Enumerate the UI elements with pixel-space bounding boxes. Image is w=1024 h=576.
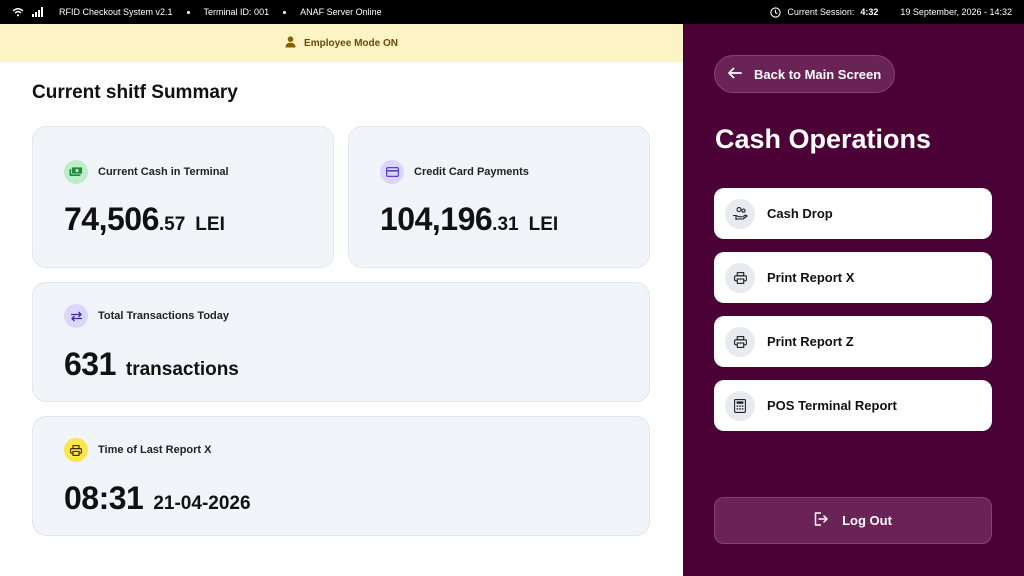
datetime: 19 September, 2026 - 14:32 [900, 7, 1012, 17]
page-title: Current shitf Summary [32, 82, 238, 103]
credit-card-integer: 104,196 [380, 201, 493, 237]
cash-operations-pane: Back to Main Screen Cash Operations Cash… [683, 24, 1024, 576]
person-icon [285, 35, 296, 51]
cash-unit: LEI [195, 214, 225, 235]
print-report-z-button[interactable]: Print Report Z [714, 316, 992, 367]
credit-card-unit: LEI [528, 214, 559, 235]
system-name: RFID Checkout System v2.1 [59, 7, 173, 17]
credit-card-decimal: .31 [492, 214, 519, 235]
cash-integer: 74,506 [64, 201, 159, 237]
last-report-date: 21-04-2026 [153, 493, 251, 514]
transactions-card: Total Transactions Today 631 transaction… [32, 282, 650, 402]
hand-coins-icon [725, 198, 755, 229]
back-to-main-label: Back to Main Screen [754, 66, 882, 82]
last-report-time: 08:31 [64, 480, 144, 516]
transactions-unit: transactions [125, 359, 239, 380]
receipt-icon [725, 390, 755, 421]
credit-card-icon [380, 160, 404, 184]
status-bar: RFID Checkout System v2.1 Terminal ID: 0… [0, 0, 1024, 24]
cash-drop-label: Cash Drop [767, 206, 833, 221]
last-report-card: Time of Last Report X 08:31 21-04-2026 [32, 416, 650, 536]
clock-icon [770, 6, 782, 18]
credit-card-label: Credit Card Payments [414, 166, 529, 178]
employee-mode-banner: Employee Mode ON [0, 24, 683, 62]
printer-icon [64, 438, 88, 462]
employee-mode-text: Employee Mode ON [304, 37, 398, 49]
logout-icon [814, 512, 828, 529]
transactions-label: Total Transactions Today [98, 310, 230, 322]
log-out-label: Log Out [842, 513, 892, 528]
print-report-x-button[interactable]: Print Report X [714, 252, 992, 303]
back-to-main-button[interactable]: Back to Main Screen [714, 55, 895, 93]
session-label: Current Session: [787, 7, 855, 17]
cash-label: Current Cash in Terminal [98, 166, 229, 178]
wifi-icon [12, 7, 24, 17]
printer-icon [725, 326, 755, 357]
print-report-z-label: Print Report Z [767, 334, 854, 349]
signal-icon [32, 7, 43, 17]
cash-card: Current Cash in Terminal 74,506 .57 LEI [32, 126, 334, 268]
printer-icon [725, 262, 755, 293]
print-report-x-label: Print Report X [767, 270, 855, 285]
summary-pane: Employee Mode ON Current shitf Summary C… [0, 24, 683, 576]
log-out-button[interactable]: Log Out [714, 497, 992, 544]
cash-icon [64, 160, 88, 184]
session-time: 4:32 [860, 7, 879, 17]
terminal-id: Terminal ID: 001 [203, 7, 270, 17]
transactions-count: 631 [64, 346, 116, 382]
server-status: ANAF Server Online [300, 7, 382, 17]
cash-operations-title: Cash Operations [715, 124, 932, 154]
cash-drop-button[interactable]: Cash Drop [714, 188, 992, 239]
swap-arrows-icon [64, 304, 88, 328]
last-report-label: Time of Last Report X [98, 444, 212, 456]
arrow-left-icon [727, 67, 742, 82]
pos-terminal-report-button[interactable]: POS Terminal Report [714, 380, 992, 431]
pos-terminal-report-label: POS Terminal Report [767, 398, 897, 413]
credit-card-card: Credit Card Payments 104,196 .31 LEI [348, 126, 650, 268]
cash-decimal: .57 [158, 214, 186, 235]
